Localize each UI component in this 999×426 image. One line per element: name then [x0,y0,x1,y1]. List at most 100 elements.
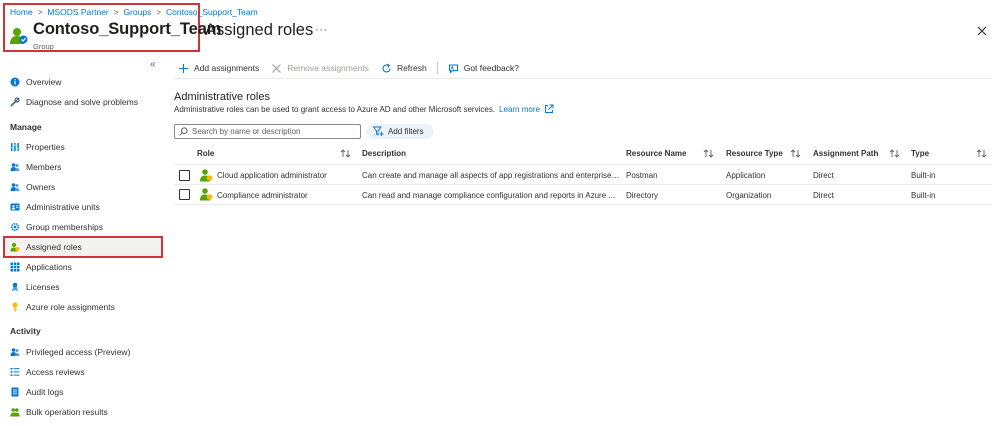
more-options-button[interactable]: ··· [315,24,328,36]
external-link-icon [545,104,554,113]
role-name-link[interactable]: Cloud application administrator [217,171,327,180]
search-input[interactable] [192,127,357,136]
sidebar-item-applications[interactable]: Applications [3,257,163,277]
add-filters-button[interactable]: Add filters [366,124,434,139]
sidebar-item-access-reviews[interactable]: Access reviews [3,362,163,382]
refresh-icon [381,63,392,74]
table-header-divider [174,164,992,165]
column-header-role[interactable]: Role [197,149,214,158]
sidebar-item-group-memberships[interactable]: Group memberships [3,217,163,237]
sidebar-item-owners[interactable]: Owners [3,177,163,197]
audit-logs-icon [10,387,20,397]
toolbar-divider-line [174,78,992,79]
resource-type: Organization [726,191,772,200]
sidebar-section-manage: Manage [10,122,42,132]
group-type-label: Group [33,42,54,51]
license-icon [10,282,20,292]
close-icon[interactable] [975,24,989,38]
toolbar-divider [436,62,438,74]
wrench-icon [10,97,20,107]
feedback-button[interactable]: Got feedback? [448,63,519,74]
learn-more-link[interactable]: Learn more [499,104,554,114]
row-checkbox[interactable] [179,170,190,181]
admin-units-icon [10,202,20,212]
sidebar-item-label: Administrative units [26,202,100,212]
sort-icon[interactable] [340,148,351,159]
sidebar-item-label: Overview [26,77,62,87]
search-icon [179,127,188,136]
sidebar-item-label: Members [26,162,62,172]
remove-assignments-label: Remove assignments [287,63,369,73]
resource-type: Application [726,171,766,180]
column-header-resource-name[interactable]: Resource Name [626,149,686,158]
command-bar: Add assignments Remove assignments Refre… [178,61,531,75]
refresh-button[interactable]: Refresh [381,63,427,74]
sidebar-item-label: Licenses [26,282,60,292]
sidebar-item-label: Azure role assignments [26,302,115,312]
resource-name-link[interactable]: Directory [626,191,658,200]
sidebar-item-overview[interactable]: Overview [3,72,163,92]
sort-icon[interactable] [703,148,714,159]
column-header-description[interactable]: Description [362,149,406,158]
sidebar-item-privileged-access[interactable]: Privileged access (Preview) [3,342,163,362]
sidebar-item-audit-logs[interactable]: Audit logs [3,382,163,402]
close-icon [271,63,282,74]
column-header-resource-type[interactable]: Resource Type [726,149,783,158]
sidebar-item-azure-role-assignments[interactable]: Azure role assignments [3,297,163,317]
filter-icon [373,126,384,137]
feedback-label: Got feedback? [463,63,519,73]
sidebar-section-activity: Activity [10,326,41,336]
row-checkbox[interactable] [179,189,190,200]
role-type: Built-in [911,191,936,200]
plus-icon [178,63,189,74]
sidebar-item-properties[interactable]: Properties [3,137,163,157]
sidebar-item-label: Privileged access (Preview) [26,347,131,357]
sort-icon[interactable] [976,148,987,159]
add-filters-label: Add filters [388,127,424,136]
sidebar-item-members[interactable]: Members [3,157,163,177]
properties-icon [10,142,20,152]
sidebar-item-diagnose[interactable]: Diagnose and solve problems [3,92,163,112]
group-icon [10,28,28,44]
collapse-sidebar-button[interactable]: « [150,59,156,70]
sidebar-item-administrative-units[interactable]: Administrative units [3,197,163,217]
role-description: Can create and manage all aspects of app… [362,171,620,180]
sidebar-item-assigned-roles[interactable]: Assigned roles [3,236,163,258]
sidebar-item-licenses[interactable]: Licenses [3,277,163,297]
gear-icon [10,222,20,232]
sidebar-item-label: Diagnose and solve problems [26,97,138,107]
resource-name-link[interactable]: Postman [626,171,658,180]
sidebar-item-label: Audit logs [26,387,64,397]
role-type: Built-in [911,171,936,180]
owners-icon [10,182,20,192]
page-title: Assigned roles [205,21,314,39]
sidebar-item-label: Owners [26,182,56,192]
sidebar-item-label: Bulk operation results [26,407,108,417]
table-row-divider [174,204,992,205]
info-icon [10,77,20,87]
assigned-roles-icon [10,242,20,252]
role-description: Can read and manage compliance configura… [362,191,616,200]
privileged-access-icon [10,347,20,357]
role-icon [200,169,213,182]
assignment-path: Direct [813,191,834,200]
sidebar-item-label: Applications [26,262,72,272]
section-title: Administrative roles [174,91,270,103]
feedback-icon [448,63,459,74]
role-name-link[interactable]: Compliance administrator [217,191,308,200]
add-assignments-button[interactable]: Add assignments [178,63,259,74]
add-assignments-label: Add assignments [194,63,260,73]
column-header-type[interactable]: Type [911,149,929,158]
sort-icon[interactable] [790,148,801,159]
sidebar-item-bulk-operation-results[interactable]: Bulk operation results [3,402,163,422]
search-box[interactable] [174,124,361,139]
sort-icon[interactable] [889,148,900,159]
column-header-assignment-path[interactable]: Assignment Path [813,149,878,158]
section-description: Administrative roles can be used to gran… [174,104,554,114]
grid-icon [10,262,20,272]
learn-more-label: Learn more [499,104,540,114]
remove-assignments-button[interactable]: Remove assignments [271,63,369,74]
bulk-results-icon [10,407,20,417]
sidebar-item-label: Group memberships [26,222,104,232]
access-reviews-icon [10,367,20,377]
